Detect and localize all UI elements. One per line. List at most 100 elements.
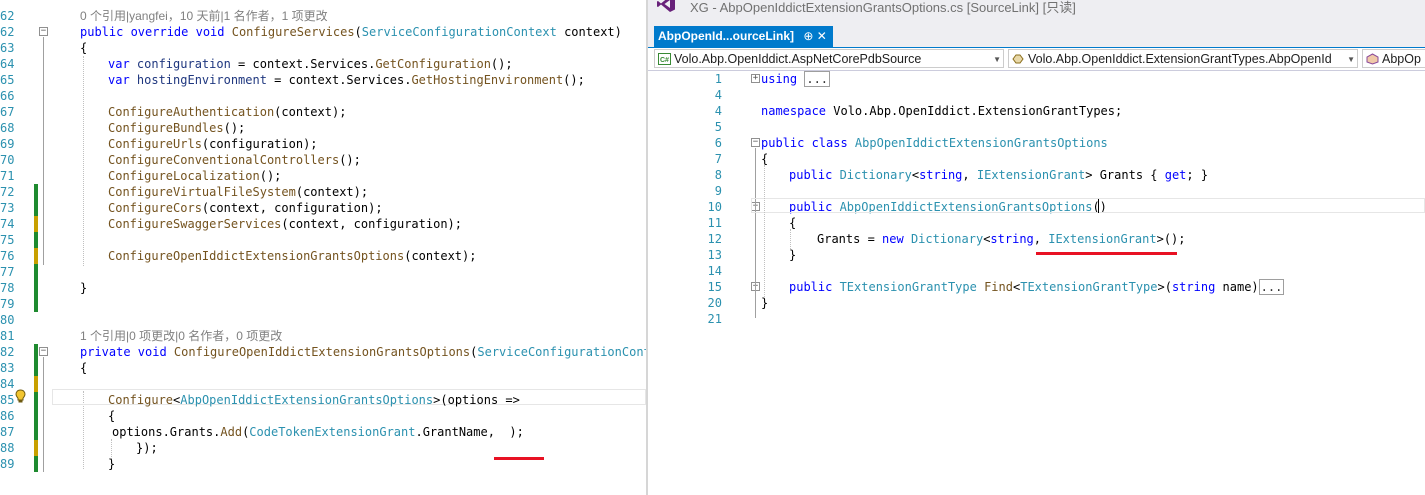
indent-guide bbox=[764, 165, 765, 297]
code-token: (context); bbox=[295, 185, 369, 199]
line-number: 73 bbox=[0, 201, 15, 215]
outline-line bbox=[755, 212, 756, 252]
code-token: string bbox=[990, 232, 1034, 246]
code-token: IExtensionGrant bbox=[976, 168, 1086, 182]
collapsed-region-button[interactable]: ... bbox=[804, 71, 831, 87]
code-token: configuration bbox=[136, 57, 231, 71]
code-token: string bbox=[919, 168, 963, 182]
code-line: { bbox=[80, 40, 87, 56]
code-token: public bbox=[789, 168, 840, 182]
code-token: ( bbox=[354, 25, 362, 39]
code-token: , bbox=[962, 168, 977, 182]
collapse-toggle-icon[interactable]: − bbox=[39, 27, 48, 36]
line-number: 8 bbox=[714, 168, 722, 182]
class-icon bbox=[1366, 52, 1379, 65]
code-line: public class AbpOpenIddictExtensionGrant… bbox=[761, 135, 1108, 151]
code-line: public override void ConfigureServices(S… bbox=[80, 24, 622, 40]
change-marker bbox=[34, 248, 38, 264]
left-code-editor[interactable]: 62 0 个引用|yangfei，10 天前|1 名作者，1 项更改 62 publi… bbox=[0, 0, 646, 495]
code-line: } bbox=[108, 456, 115, 472]
code-line: ConfigureLocalization(); bbox=[108, 168, 281, 184]
change-marker bbox=[34, 216, 38, 232]
code-token: Volo.Abp.OpenIddict.ExtensionGrantTypes; bbox=[833, 104, 1123, 118]
line-number: 13 bbox=[707, 248, 722, 262]
sourcelink-document-window: XG - AbpOpenIddictExtensionGrantsOptions… bbox=[648, 0, 1425, 495]
code-token: ConfigureSwaggerServices bbox=[108, 217, 282, 231]
code-token: string bbox=[1171, 280, 1223, 294]
code-line: }); bbox=[136, 440, 158, 456]
line-number: 87 bbox=[0, 425, 15, 439]
codelens-text[interactable]: 1 个引用|0 项更改|0 名作者，0 项更改 bbox=[80, 329, 282, 343]
svg-text:C#: C# bbox=[660, 57, 669, 64]
line-number: 80 bbox=[0, 313, 15, 327]
code-line: ConfigureOpenIddictExtensionGrantsOption… bbox=[108, 248, 476, 264]
codelens-text[interactable]: 0 个引用|yangfei，10 天前|1 名作者，1 项更改 bbox=[80, 9, 328, 23]
change-marker bbox=[34, 184, 38, 200]
code-token: { bbox=[80, 361, 88, 375]
indent-guide bbox=[790, 229, 791, 251]
code-token: (context, configuration); bbox=[281, 217, 463, 231]
change-marker bbox=[34, 232, 38, 248]
csharp-project-icon: C# bbox=[658, 52, 671, 65]
document-tab-label: AbpOpenId...ourceLink] bbox=[658, 29, 795, 43]
codelens-info[interactable]: 1 个引用|0 项更改|0 名作者，0 项更改 bbox=[80, 328, 282, 344]
line-number: 5 bbox=[714, 120, 722, 134]
code-token: AbpOpenIddictExtensionGrantsOptions bbox=[180, 393, 434, 407]
code-token: (); bbox=[563, 73, 585, 87]
code-token: ConfigureOpenIddictExtensionGrantsOption… bbox=[108, 249, 405, 263]
code-token: (configuration); bbox=[201, 137, 318, 151]
code-token: Dictionary bbox=[910, 232, 984, 246]
right-code-editor[interactable]: 1 using ... 4 4 namespace Volo.Abp.OpenIddic… bbox=[648, 71, 1425, 495]
collapse-toggle-icon[interactable]: − bbox=[39, 347, 48, 356]
code-token: (context, configuration); bbox=[201, 201, 383, 215]
code-line: options.Grants.Add(CodeTokenExtensionGra… bbox=[112, 424, 524, 440]
code-token: = context.Services. bbox=[230, 57, 376, 71]
code-token: , bbox=[1033, 232, 1049, 246]
code-line: public TExtensionGrantType Find<TExtensi… bbox=[789, 279, 1285, 295]
line-number: 6 bbox=[714, 136, 722, 150]
code-token: } bbox=[80, 281, 88, 295]
code-token: ; } bbox=[1186, 168, 1209, 182]
member-dropdown[interactable]: AbpOp bbox=[1362, 49, 1425, 68]
project-dropdown[interactable]: C# Volo.Abp.OpenIddict.AspNetCorePdbSour… bbox=[654, 49, 1004, 68]
type-dropdown[interactable]: Volo.Abp.OpenIddict.ExtensionGrantTypes.… bbox=[1008, 49, 1358, 68]
change-marker bbox=[34, 440, 38, 456]
change-marker bbox=[34, 264, 38, 280]
line-number: 64 bbox=[0, 57, 15, 71]
code-token: (); bbox=[490, 57, 513, 71]
error-underline-annotation bbox=[494, 457, 544, 460]
code-token: GetHostingEnvironment bbox=[411, 73, 564, 87]
line-number: 68 bbox=[0, 121, 15, 135]
code-line: public Dictionary<string, IExtensionGran… bbox=[789, 167, 1208, 183]
code-token: (); bbox=[223, 121, 246, 135]
code-token: Find bbox=[984, 280, 1013, 294]
code-token: var bbox=[108, 73, 137, 87]
code-token: { bbox=[108, 409, 116, 423]
code-token: ConfigureServices bbox=[231, 25, 355, 39]
document-tab-sourcelink[interactable]: AbpOpenId...ourceLink] ⊕ ✕ bbox=[654, 26, 833, 47]
code-token: }); bbox=[136, 441, 158, 455]
chevron-down-icon: ▼ bbox=[1347, 55, 1355, 64]
code-line: using ... bbox=[761, 71, 831, 87]
code-token: (context); bbox=[274, 105, 347, 119]
expand-toggle-icon[interactable]: + bbox=[751, 74, 760, 83]
tab-pin-close-icons[interactable]: ⊕ ✕ bbox=[803, 29, 826, 43]
code-token: namespace bbox=[761, 104, 834, 118]
line-number: 85 bbox=[0, 393, 15, 407]
code-token: ServiceConfigurationContext bbox=[361, 25, 557, 39]
lightbulb-icon[interactable] bbox=[14, 389, 27, 404]
collapsed-region-button[interactable]: ... bbox=[1258, 279, 1285, 295]
line-number: 10 bbox=[707, 200, 722, 214]
type-dropdown-value: Volo.Abp.OpenIddict.ExtensionGrantTypes.… bbox=[1028, 52, 1332, 66]
code-token: ServiceConfigurationContex bbox=[477, 345, 646, 359]
code-line: ConfigureCors(context, configuration); bbox=[108, 200, 383, 216]
code-line: Grants = new Dictionary<string, IExtensi… bbox=[817, 231, 1186, 247]
code-token: > Grants { bbox=[1085, 168, 1165, 182]
code-token: using bbox=[761, 72, 805, 86]
line-number: 77 bbox=[0, 265, 15, 279]
collapse-toggle-icon[interactable]: − bbox=[751, 138, 760, 147]
code-token: (context); bbox=[404, 249, 477, 263]
codelens-info[interactable]: 0 个引用|yangfei，10 天前|1 名作者，1 项更改 bbox=[80, 8, 328, 24]
text-caret bbox=[1098, 199, 1099, 213]
line-number: 62 bbox=[0, 9, 15, 23]
